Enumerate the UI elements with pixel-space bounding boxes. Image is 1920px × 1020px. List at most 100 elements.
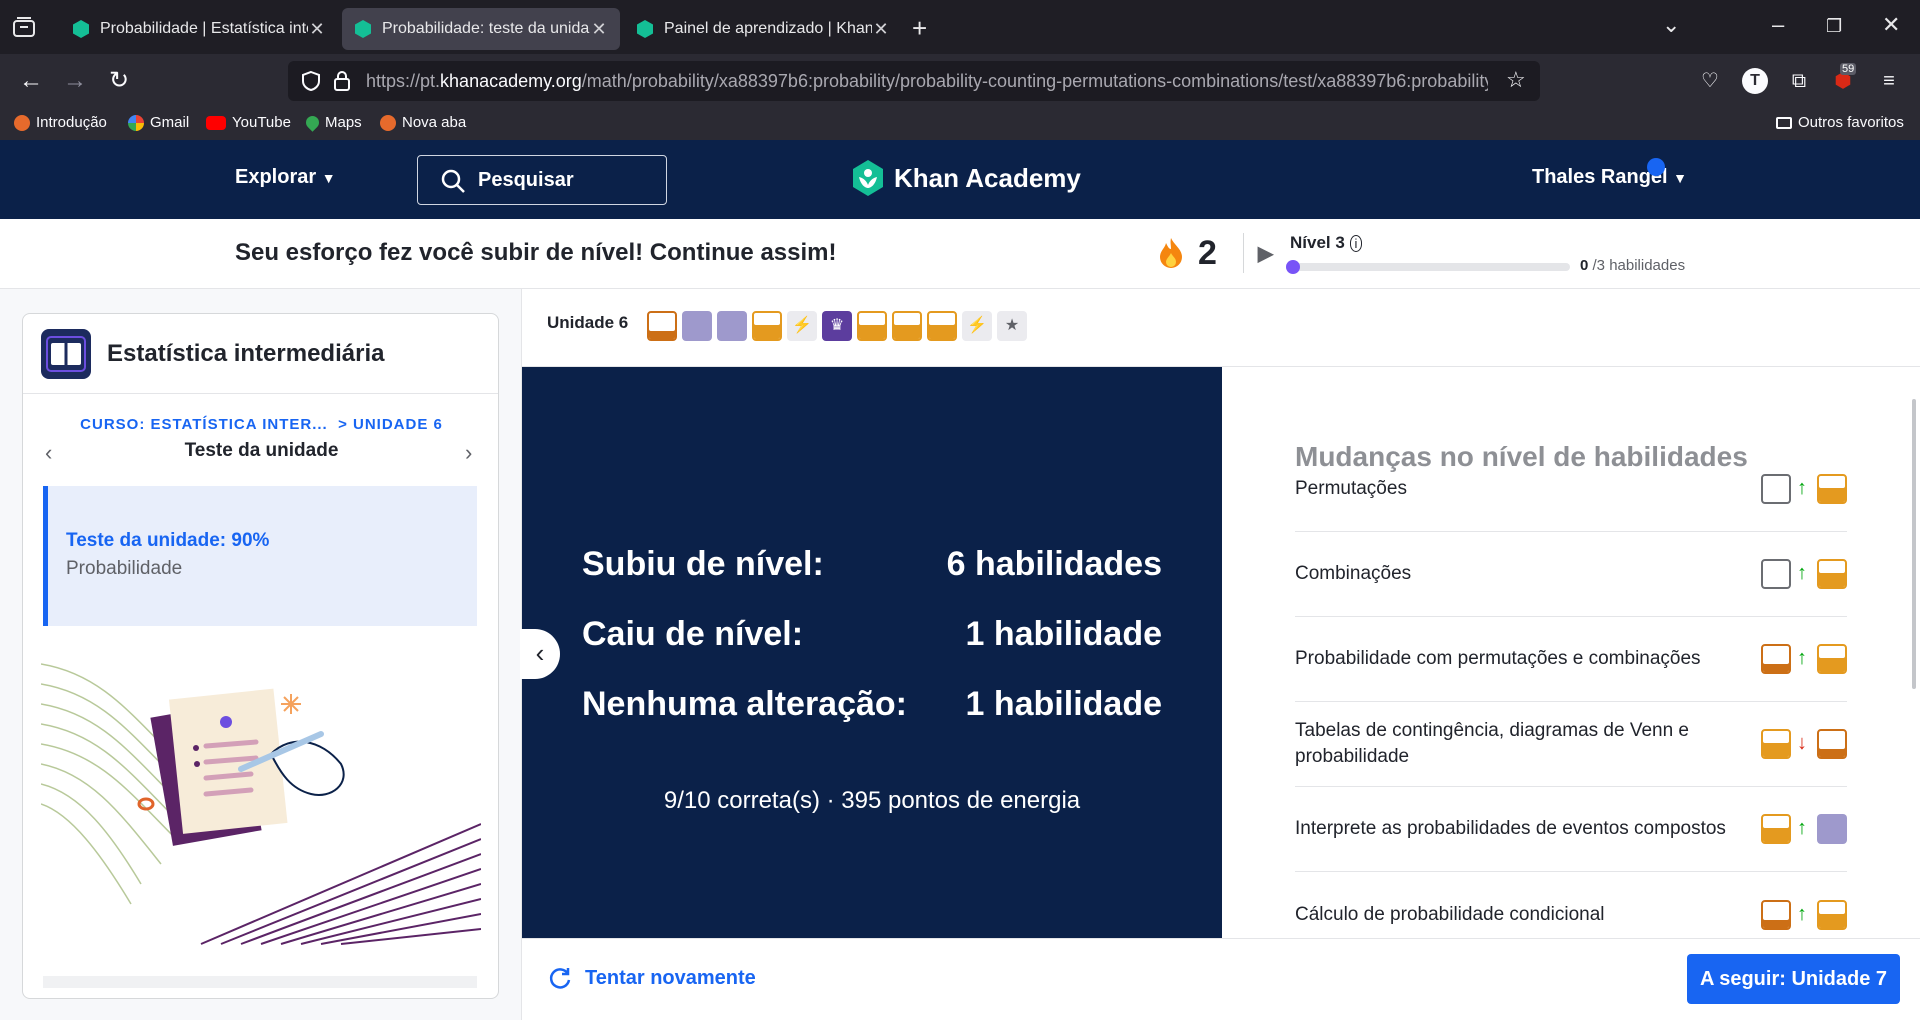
breadcrumb-unit-link[interactable]: > UNIDADE 6 <box>338 416 443 433</box>
profile-avatar[interactable]: T <box>1742 68 1768 94</box>
pocket-icon[interactable]: ♡ <box>1697 68 1723 94</box>
notification-dot <box>1647 158 1665 176</box>
bookmark-star-icon[interactable]: ☆ <box>1506 67 1526 93</box>
search-box[interactable]: Pesquisar <box>417 155 667 205</box>
skill-change-row[interactable]: Cálculo de probabilidade condicional ↑ <box>1295 872 1847 938</box>
bookmark-nova-aba[interactable]: Nova aba <box>380 114 466 131</box>
scrollbar[interactable] <box>1912 399 1916 689</box>
bookmark-introducao[interactable]: Introdução <box>14 114 107 131</box>
chevron-left-icon[interactable]: ‹ <box>45 440 52 466</box>
skill-change-row[interactable]: Combinações ↑ <box>1295 532 1847 617</box>
skill-name: Probabilidade com permutações e combinaç… <box>1295 648 1701 669</box>
retry-button[interactable]: Tentar novamente <box>547 965 756 991</box>
new-tab-button[interactable]: + <box>912 13 927 44</box>
unit-test-subtitle: Probabilidade <box>66 558 183 579</box>
address-bar[interactable]: https://pt.khanacademy.org/math/probabil… <box>288 61 1540 101</box>
restore-button[interactable]: ❐ <box>1826 16 1842 37</box>
unit-skill-square[interactable] <box>682 311 712 341</box>
breadcrumb-course-link[interactable]: CURSO: ESTATÍSTICA INTER... <box>80 416 328 433</box>
skill-change-row[interactable]: Permutações ↑ <box>1295 447 1847 532</box>
unit-label: Unidade 6 <box>547 313 629 332</box>
skill-level-before-badge <box>1761 644 1791 674</box>
unit-progress-row: Unidade 6 ⚡ ♛ ⚡ ★ <box>522 289 1920 367</box>
url-domain: khanacademy.org <box>440 71 582 91</box>
skill-level-before-badge <box>1761 814 1791 844</box>
unit-skill-square[interactable] <box>647 311 677 341</box>
collapse-chevron-left-icon[interactable]: ‹ <box>520 629 560 679</box>
bookmark-maps[interactable]: Maps <box>303 113 362 132</box>
tab-unit-test[interactable]: Probabilidade: teste da unidade ✕ <box>342 8 620 50</box>
course-card: Estatística intermediária CURSO: ESTATÍS… <box>22 313 499 999</box>
tab-title: Painel de aprendizado | Khan Academy <box>664 20 872 37</box>
level-up-strip: Seu esforço fez você subir de nível! Con… <box>0 219 1920 289</box>
bookmark-youtube[interactable]: YouTube <box>206 114 291 131</box>
url-text[interactable]: https://pt.khanacademy.org/math/probabil… <box>366 71 1488 92</box>
search-icon <box>441 169 465 193</box>
youtube-icon <box>206 115 226 130</box>
divider <box>1242 233 1244 273</box>
khan-academy-favicon-icon <box>73 20 89 38</box>
summary-label: Subiu de nível: <box>582 545 824 583</box>
course-header[interactable]: Estatística intermediária <box>23 314 498 394</box>
extensions-icon[interactable]: ⧉ <box>1786 68 1812 94</box>
level-label[interactable]: Nível 3 i <box>1290 233 1363 253</box>
bookmark-label: Maps <box>325 114 362 131</box>
bookmark-gmail[interactable]: Gmail <box>128 114 189 131</box>
arrow-up-icon: ↑ <box>1797 562 1807 584</box>
lock-icon[interactable] <box>332 70 352 92</box>
unit-skill-square[interactable] <box>892 311 922 341</box>
unit-skill-square[interactable] <box>717 311 747 341</box>
tab-close-icon[interactable]: ✕ <box>308 19 326 40</box>
info-icon[interactable]: i <box>1349 235 1363 252</box>
unit-skill-square[interactable] <box>752 311 782 341</box>
minimize-button[interactable]: – <box>1772 12 1784 38</box>
retry-icon <box>549 968 571 989</box>
skill-change-row[interactable]: Tabelas de contingência, diagramas de Ve… <box>1295 702 1847 787</box>
explore-label: Explorar <box>235 166 317 188</box>
next-unit-button[interactable]: A seguir: Unidade 7 <box>1687 954 1900 1004</box>
tab-learning-dashboard[interactable]: Painel de aprendizado | Khan Academy ✕ <box>624 8 902 50</box>
forward-arrow-icon[interactable]: → <box>60 66 90 96</box>
skill-level-after-badge <box>1817 729 1847 759</box>
score-summary: 9/10 correta(s) · 395 pontos de energia <box>663 787 1081 814</box>
skill-change-row[interactable]: Probabilidade com permutações e combinaç… <box>1295 617 1847 702</box>
tab-list-icon[interactable] <box>12 16 36 38</box>
level-progress-count: 0 /3 habilidades <box>1580 257 1685 274</box>
skill-change-row[interactable]: Interprete as probabilidades de eventos … <box>1295 787 1847 872</box>
play-triangle-icon: ▶ <box>1257 242 1274 265</box>
skill-level-before-badge <box>1761 559 1791 589</box>
khan-academy-logo[interactable]: Khan Academy <box>852 160 1081 196</box>
course-challenge-star-icon[interactable]: ★ <box>997 311 1027 341</box>
skill-level-before-badge <box>1761 474 1791 504</box>
tab-close-icon[interactable]: ✕ <box>590 19 608 40</box>
unit-test-item[interactable]: Teste da unidade: 90% Probabilidade <box>43 486 477 626</box>
quiz-lightning-icon[interactable]: ⚡ <box>787 311 817 341</box>
menu-icon[interactable]: ≡ <box>1876 68 1902 94</box>
shield-icon[interactable] <box>300 70 322 92</box>
reload-icon[interactable]: ↻ <box>104 66 134 96</box>
tab-close-icon[interactable]: ✕ <box>872 19 890 40</box>
skill-level-before-badge <box>1761 899 1791 930</box>
summary-row-no-change: Nenhuma alteração: 1 habilidade <box>582 685 1162 724</box>
explore-menu[interactable]: Explorar ▼ <box>235 166 336 189</box>
tab-overflow-chevron-icon[interactable]: ⌄ <box>1662 12 1680 38</box>
skill-name: Tabelas de contingência, diagramas de Ve… <box>1295 720 1689 767</box>
chevron-right-icon[interactable]: › <box>465 440 472 466</box>
quiz-lightning-icon[interactable]: ⚡ <box>962 311 992 341</box>
url-path: /math/probability/xa88397b6:probability/… <box>581 71 1488 91</box>
unit-skill-square[interactable] <box>857 311 887 341</box>
skill-level-after-badge <box>1817 474 1847 504</box>
unit-skill-square[interactable] <box>927 311 957 341</box>
site-header: Explorar ▼ Pesquisar Khan Academy Thales… <box>0 140 1920 219</box>
tab-probabilidade-course[interactable]: Probabilidade | Estatística intermediári… <box>60 8 338 50</box>
card-footer-bar <box>43 976 477 988</box>
skill-level-after-badge <box>1817 899 1847 930</box>
summary-label: Caiu de nível: <box>582 615 804 653</box>
unit-test-crown-icon[interactable]: ♛ <box>822 311 852 341</box>
close-window-button[interactable]: ✕ <box>1882 12 1900 38</box>
summary-value: 6 habilidades <box>946 545 1162 583</box>
streak-counter[interactable]: 2 ▶ <box>1158 233 1273 273</box>
back-arrow-icon[interactable]: ← <box>16 66 46 96</box>
skill-name: Interprete as probabilidades de eventos … <box>1295 818 1726 839</box>
other-bookmarks[interactable]: Outros favoritos <box>1776 114 1904 131</box>
